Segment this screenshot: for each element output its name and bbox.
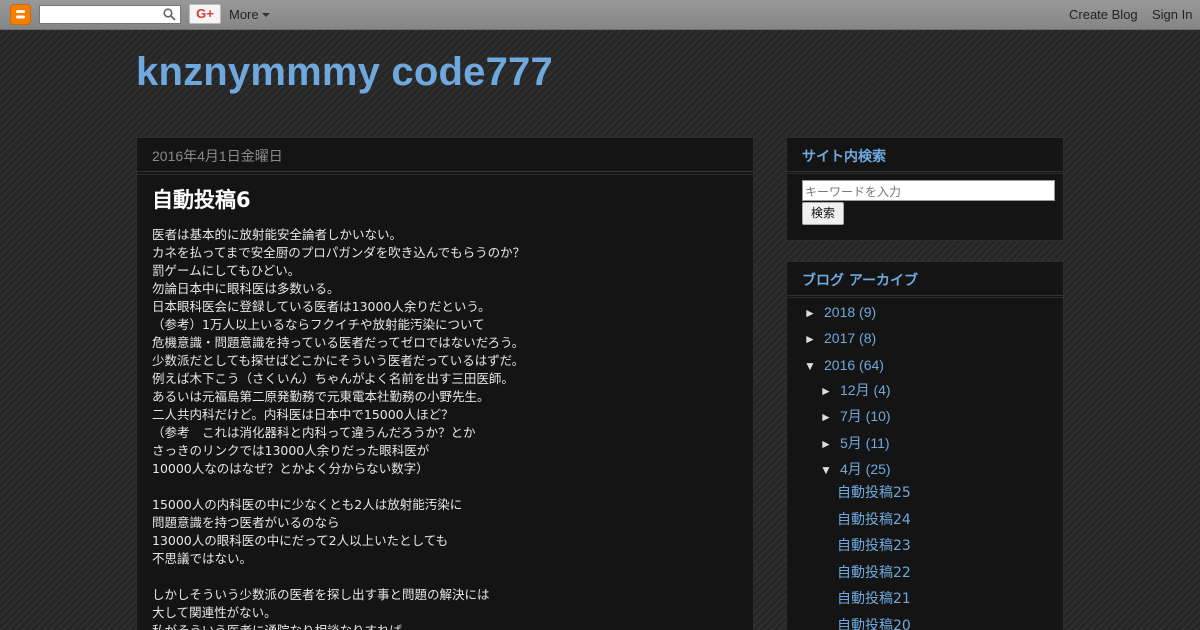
chevron-down-icon: [261, 13, 270, 17]
post-body-line: （参考）1万人以上いるならフクイチや放射能汚染について: [152, 317, 485, 332]
archive-year[interactable]: ► 2018 (9): [804, 304, 876, 320]
search-button[interactable]: 検索: [802, 202, 844, 225]
post-body-line: 不思議ではない。: [152, 551, 253, 566]
post-body-line: カネを払ってまで安全厨のプロパガンダを吹き込んでもらうのか？: [152, 245, 526, 260]
divider: [787, 173, 1063, 174]
blog-archive-widget: ブログ アーカイブ ► 2018 (9) ► 2017 (8) ▼ 2016 (64) ► 1…: [786, 261, 1064, 630]
collapse-arrow-icon[interactable]: ▼: [804, 359, 824, 373]
expand-arrow-icon[interactable]: ►: [804, 332, 824, 346]
sign-in-link[interactable]: Sign In: [1152, 7, 1192, 22]
archive-month[interactable]: ► 5月 (11): [820, 433, 890, 453]
post-title[interactable]: 自動投稿6: [152, 184, 251, 214]
archive-post-link[interactable]: 自動投稿24: [837, 509, 911, 529]
archive-year[interactable]: ► 2017 (8): [804, 330, 876, 346]
post-body-line: 勿論日本中に眼科医は多数いる。: [152, 281, 340, 296]
post-body-line: 私がそういう医者に通院なり相談なりすれば: [152, 622, 742, 630]
widget-title-search: サイト内検索: [787, 138, 1063, 172]
archive-post-link[interactable]: 自動投稿23: [837, 535, 911, 555]
archive-month[interactable]: ► 7月 (10): [820, 406, 891, 426]
post-panel: 2016年4月1日金曜日 自動投稿6 医者は基本的に放射能安全論者しかいない。カ…: [136, 137, 754, 630]
google-plus-button[interactable]: G+: [189, 4, 221, 24]
expand-arrow-icon[interactable]: ►: [820, 384, 840, 398]
blogger-navbar: G+ More Create Blog Sign In: [0, 0, 1200, 30]
post-body-line: 10000人なのはなぜ？とかよく分からない数字）: [152, 461, 429, 476]
post-body-line: 罰ゲームにしてもひどい。: [152, 263, 301, 278]
archive-year-label[interactable]: 2017 (8): [824, 330, 876, 346]
post-body-line: 日本眼科医会に登録している医者は13000人余りだという。: [152, 299, 491, 314]
post-body-line: 少数派だとしても探せばどこかにそういう医者だっているはずだ。: [152, 353, 525, 368]
navbar-search-input[interactable]: [39, 5, 181, 24]
post-body-line: しかしそういう少数派の医者を探し出す事と問題の解決には: [152, 587, 490, 602]
search-icon[interactable]: [163, 8, 176, 26]
post-body-line: 危機意識・問題意識を持っている医者だってゼロではないだろう。: [152, 335, 525, 350]
create-blog-link[interactable]: Create Blog: [1069, 7, 1138, 22]
more-label: More: [229, 7, 259, 22]
post-body-line: あるいは元福島第二原発勤務で元東電本社勤務の小野先生。: [152, 389, 490, 404]
expand-arrow-icon[interactable]: ►: [820, 410, 840, 424]
post-date: 2016年4月1日金曜日: [137, 138, 753, 172]
post-body-line: 15000人の内科医の中に少なくとも2人は放射能汚染に: [152, 497, 463, 512]
blog-title[interactable]: knznymmmy code777: [136, 50, 553, 95]
blogger-logo-icon[interactable]: [10, 4, 31, 25]
widget-title-archive: ブログ アーカイブ: [787, 262, 1063, 296]
post-body: 医者は基本的に放射能安全論者しかいない。カネを払ってまで安全厨のプロパガンダを吹…: [152, 226, 742, 630]
post-body-line: 大して関連性がない。: [152, 605, 277, 620]
archive-post-link[interactable]: 自動投稿22: [837, 562, 911, 582]
archive-month-label[interactable]: 5月 (11): [840, 435, 890, 451]
expand-arrow-icon[interactable]: ►: [820, 437, 840, 451]
archive-month-label[interactable]: 12月 (4): [840, 382, 891, 398]
archive-year-label[interactable]: 2016 (64): [824, 357, 884, 373]
post-body-line: [152, 568, 742, 586]
post-body-line: [152, 478, 742, 496]
archive-year[interactable]: ▼ 2016 (64): [804, 357, 884, 373]
archive-post-link[interactable]: 自動投稿25: [837, 482, 911, 502]
collapse-arrow-icon[interactable]: ▼: [820, 463, 840, 477]
post-body-line: 問題意識を持つ医者がいるのなら: [152, 515, 340, 530]
expand-arrow-icon[interactable]: ►: [804, 306, 824, 320]
archive-month-label[interactable]: 7月 (10): [840, 408, 891, 424]
post-body-line: 例えば木下こう（さくいん）ちゃんがよく名前を出す三田医師。: [152, 371, 514, 386]
archive-year-label[interactable]: 2018 (9): [824, 304, 876, 320]
post-body-line: （参考 これは消化器科と内科って違うんだろうか？とか: [152, 425, 476, 440]
post-body-line: さっきのリンクでは13000人余りだった眼科医が: [152, 443, 430, 458]
divider: [787, 297, 1063, 298]
archive-month[interactable]: ► 12月 (4): [820, 380, 891, 400]
archive-post-link[interactable]: 自動投稿20: [837, 615, 911, 630]
search-input[interactable]: キーワードを入力: [802, 180, 1055, 201]
archive-month-label[interactable]: 4月 (25): [840, 461, 891, 477]
more-menu-button[interactable]: More: [229, 7, 270, 22]
post-body-line: 医者は基本的に放射能安全論者しかいない。: [152, 227, 403, 242]
site-search-widget: サイト内検索 キーワードを入力 検索: [786, 137, 1064, 241]
post-body-line: 13000人の眼科医の中にだって2人以上いたとしても: [152, 533, 449, 548]
divider: [137, 174, 753, 175]
archive-month[interactable]: ▼ 4月 (25): [820, 459, 891, 479]
archive-post-link[interactable]: 自動投稿21: [837, 588, 911, 608]
post-body-line: 二人共内科だけど。内科医は日本中で15000人ほど？: [152, 407, 454, 422]
